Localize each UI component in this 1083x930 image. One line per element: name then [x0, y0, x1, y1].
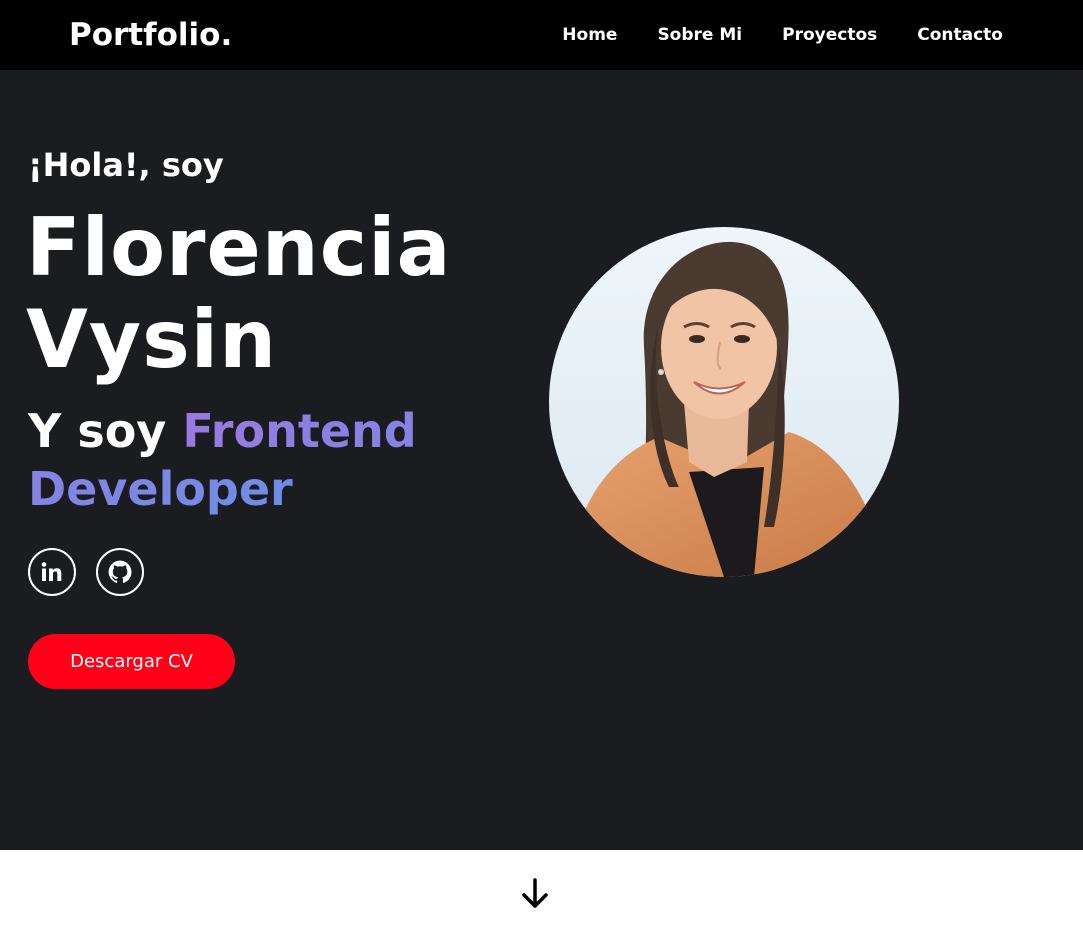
linkedin-button[interactable] — [28, 548, 76, 596]
social-links — [28, 548, 144, 596]
hero-section: ¡Hola!, soy Florencia Vysin Y soy Fronte… — [0, 70, 1083, 850]
nav-link-sobre-mi[interactable]: Sobre Mi — [657, 23, 742, 47]
footer-band — [0, 850, 1083, 930]
hero-name: Florencia Vysin — [26, 202, 452, 386]
profile-photo-illustration — [549, 227, 899, 577]
linkedin-icon — [41, 562, 62, 581]
hero-name-line1: Florencia — [26, 201, 452, 294]
navbar: Portfolio. Home Sobre Mi Proyectos Conta… — [0, 0, 1083, 70]
nav-link-proyectos[interactable]: Proyectos — [782, 23, 877, 47]
github-icon — [108, 560, 132, 583]
logo[interactable]: Portfolio. — [69, 16, 232, 54]
nav-links: Home Sobre Mi Proyectos Contacto — [562, 23, 1003, 47]
nav-link-home[interactable]: Home — [562, 23, 617, 47]
arrow-down-icon[interactable] — [521, 878, 549, 910]
role-prefix: Y soy — [28, 404, 183, 458]
hero-role: Y soy Frontend Developer — [28, 402, 468, 518]
profile-photo — [549, 227, 899, 577]
download-cv-button[interactable]: Descargar CV — [28, 634, 235, 689]
nav-link-contacto[interactable]: Contacto — [917, 23, 1003, 47]
hero-name-line2: Vysin — [26, 293, 278, 386]
greeting-text: ¡Hola!, soy — [28, 146, 224, 184]
github-button[interactable] — [96, 548, 144, 596]
